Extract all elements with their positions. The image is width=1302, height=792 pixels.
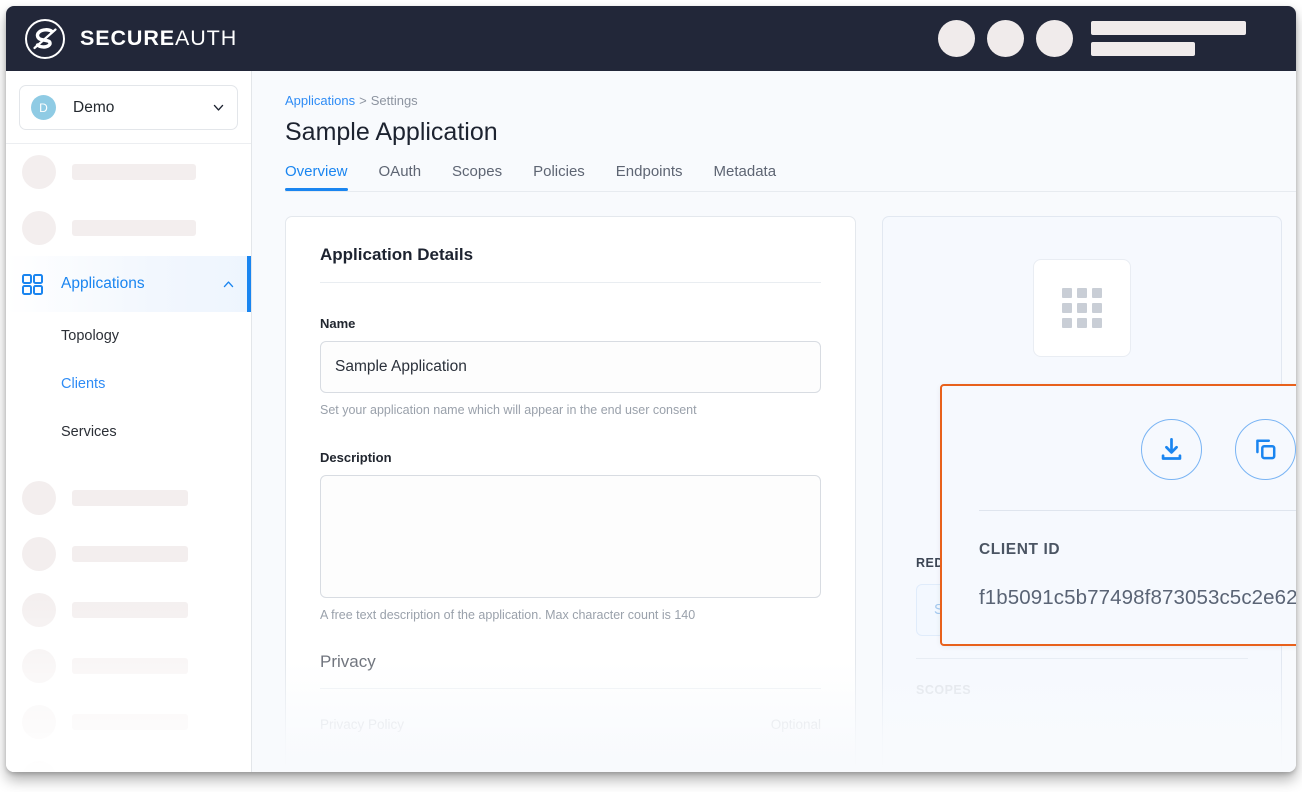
sidebar-skeleton-row	[6, 470, 251, 526]
breadcrumb-separator: >	[359, 93, 367, 108]
scopes-label: SCOPES	[916, 683, 972, 697]
privacy-divider	[320, 688, 821, 689]
skeleton-bar	[72, 546, 188, 562]
top-bar: SECUREAUTH	[6, 6, 1296, 71]
skeleton-bar	[72, 658, 188, 674]
main-content: Applications > Settings Sample Application…	[252, 71, 1296, 772]
client-id-row: f1b5091c5b77498f873053c5c2e625c6	[979, 586, 1296, 610]
topbar-placeholder-text	[1091, 21, 1246, 56]
download-icon	[1161, 438, 1181, 460]
tenant-selector[interactable]: D Demo	[19, 85, 238, 130]
topbar-placeholder-bar-1	[1091, 21, 1246, 35]
app-grid-placeholder-icon	[1062, 288, 1102, 328]
tab-scopes[interactable]: Scopes	[452, 163, 502, 191]
sidebar-item-applications[interactable]: Applications	[6, 256, 251, 312]
skeleton-dot	[22, 155, 56, 189]
privacy-policy-optional: Optional	[770, 717, 821, 732]
skeleton-bar	[72, 714, 188, 730]
sidebar: D Demo Applications Topology Clients Ser…	[6, 71, 252, 772]
app-window: SECUREAUTH D Demo Applications Topology …	[6, 6, 1296, 772]
sidebar-item-applications-label: Applications	[61, 275, 145, 292]
grid-apps-icon	[22, 273, 43, 295]
tab-overview[interactable]: Overview	[285, 163, 348, 191]
sidebar-skeleton-row	[6, 144, 251, 200]
chevron-up-icon[interactable]	[222, 278, 235, 291]
client-id-label: CLIENT ID	[979, 541, 1061, 558]
brand-name-light: AUTH	[175, 26, 238, 50]
download-button[interactable]	[1140, 419, 1202, 480]
skeleton-bar	[72, 164, 196, 180]
privacy-policy-row: Privacy Policy Optional	[320, 717, 821, 732]
skeleton-dot	[22, 481, 56, 515]
sidebar-skeleton-row	[6, 750, 251, 772]
brand-text: SECUREAUTH	[80, 26, 237, 51]
skeleton-dot	[22, 593, 56, 627]
skeleton-dot	[22, 537, 56, 571]
description-label: Description	[320, 450, 392, 465]
brand-name-bold: SECURE	[80, 26, 176, 50]
breadcrumb-settings: Settings	[370, 93, 418, 108]
tenant-selector-wrap: D Demo	[6, 71, 251, 144]
client-id-highlight-panel: CLIENT ID f1b5091c5b77498f873053c5c2e625…	[940, 384, 1296, 646]
side-card-divider	[916, 658, 1248, 659]
name-help-text: Set your application name which will app…	[320, 403, 697, 417]
app-icon-tile[interactable]	[1033, 259, 1131, 357]
card-divider	[320, 282, 821, 283]
privacy-policy-label: Privacy Policy	[320, 717, 405, 732]
copy-icon	[1256, 439, 1276, 459]
description-input[interactable]	[320, 475, 821, 598]
skeleton-bar	[72, 602, 188, 618]
tab-oauth[interactable]: OAuth	[379, 163, 422, 191]
sidebar-item-topology[interactable]: Topology	[6, 312, 251, 360]
name-label: Name	[320, 316, 356, 331]
sidebar-item-services[interactable]: Services	[6, 408, 251, 456]
topbar-placeholder-bar-2	[1091, 42, 1195, 56]
client-id-value: f1b5091c5b77498f873053c5c2e625c6	[979, 586, 1296, 609]
sidebar-skeleton-row	[6, 694, 251, 750]
application-details-card: Application Details Name Sample Applicat…	[285, 216, 856, 772]
top-bar-actions	[938, 6, 1246, 71]
tab-endpoints[interactable]: Endpoints	[616, 163, 683, 191]
topbar-placeholder-circle-1[interactable]	[938, 20, 975, 57]
sidebar-skeleton-row	[6, 582, 251, 638]
sidebar-skeleton-row	[6, 526, 251, 582]
skeleton-dot	[22, 211, 56, 245]
skeleton-dot	[22, 649, 56, 683]
skeleton-dot	[22, 761, 56, 772]
skeleton-bar	[72, 220, 196, 236]
popup-action-row	[979, 419, 1296, 480]
page-title: Sample Application	[285, 118, 498, 146]
secureauth-logo-icon	[25, 18, 65, 59]
breadcrumb-applications[interactable]: Applications	[285, 93, 355, 108]
sidebar-skeleton-row	[6, 638, 251, 694]
brand[interactable]: SECUREAUTH	[24, 18, 237, 60]
copy-button[interactable]	[1234, 419, 1296, 480]
application-details-title: Application Details	[320, 245, 474, 264]
name-input[interactable]: Sample Application	[320, 341, 821, 393]
main-header: Applications > Settings Sample Application…	[252, 71, 1296, 191]
tenant-name: Demo	[73, 98, 115, 116]
avatar[interactable]	[1036, 20, 1073, 57]
sidebar-item-clients[interactable]: Clients	[6, 360, 251, 408]
tenant-avatar: D	[31, 95, 56, 120]
skeleton-dot	[22, 705, 56, 739]
privacy-section-title: Privacy	[320, 652, 376, 671]
skeleton-bar	[72, 770, 188, 772]
tab-bar: Overview OAuth Scopes Policies Endpoints…	[285, 163, 1266, 191]
skeleton-bar	[72, 490, 188, 506]
tab-policies[interactable]: Policies	[533, 163, 585, 191]
tab-metadata[interactable]: Metadata	[714, 163, 777, 191]
description-help-text: A free text description of the applicati…	[320, 608, 696, 622]
breadcrumb: Applications > Settings	[285, 93, 1266, 108]
chevron-down-icon	[213, 104, 224, 111]
topbar-placeholder-circle-2[interactable]	[987, 20, 1024, 57]
sidebar-skeleton-row	[6, 200, 251, 256]
popup-divider	[979, 510, 1296, 511]
